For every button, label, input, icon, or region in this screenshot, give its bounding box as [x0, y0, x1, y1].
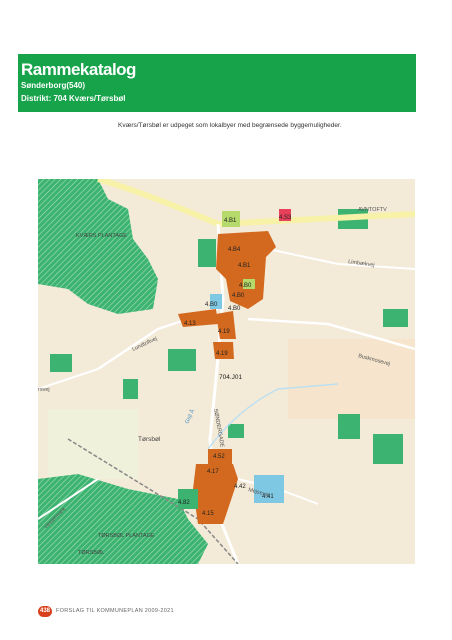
page-title: Rammekatalog [21, 60, 136, 79]
forest-patch [123, 379, 138, 399]
zone-label: 4.52 [213, 454, 225, 460]
district-map: 4.B1 4.S3 4.B4 4.B1 4.B0 4.B0 4.B0 4.B0 … [38, 179, 415, 564]
zone-label: 4.B4 [228, 247, 241, 253]
page-number: 438 [38, 605, 52, 617]
road-label: AVNTOFTV [358, 207, 387, 213]
zone-4-82 [178, 489, 198, 509]
zone-label: 4.B1 [224, 218, 237, 224]
municipality-label: Sønderborg(540) [21, 81, 86, 90]
place-label: TØRSBØL [78, 550, 104, 556]
zone-label: 4.15 [202, 511, 214, 517]
zone-label: 4.42 [234, 484, 246, 490]
road-label: rsvej [38, 387, 50, 393]
zone-label: 4.S3 [279, 215, 292, 221]
forest-patch [198, 239, 216, 267]
place-label: Tørsbøl [138, 436, 161, 443]
forest-patch [383, 309, 408, 327]
zone-label: 4.82 [178, 500, 190, 506]
forest-patch [373, 434, 403, 464]
zone-label: 4.B0 [232, 293, 245, 299]
forest-patch [338, 414, 360, 439]
forest-patch [168, 349, 196, 371]
district-label: Distrikt: 704 Kværs/Tørsbøl [21, 94, 126, 103]
zone-label: 4.19 [218, 329, 230, 335]
zone-label: 4.B0 [239, 283, 252, 289]
place-label: KVÆRS PLANTAGE [76, 233, 127, 239]
zone-label: 4.B0 [228, 306, 241, 312]
header-banner: Rammekatalog Sønderborg(540) Distrikt: 7… [18, 54, 416, 112]
zone-label: 4.13 [184, 321, 196, 327]
forest-patch [50, 354, 72, 372]
zone-label: 704.J01 [219, 374, 243, 381]
map-drawing: 4.B1 4.S3 4.B4 4.B1 4.B0 4.B0 4.B0 4.B0 … [38, 179, 415, 564]
zone-label: 4.B0 [205, 302, 218, 308]
zone-label: 4.17 [207, 469, 219, 475]
place-label: TØRSBØL PLANTAGE [98, 533, 155, 539]
intro-text: Kværs/Tørsbøl er udpeget som lokalbyer m… [118, 122, 342, 129]
page-footer: 438 FORSLAG TIL KOMMUNEPLAN 2009-2021 [38, 605, 174, 617]
zone-label: 4.19 [216, 351, 228, 357]
forest-patch [228, 424, 244, 438]
footer-text: FORSLAG TIL KOMMUNEPLAN 2009-2021 [56, 608, 174, 614]
zone-label: 4.B1 [238, 263, 251, 269]
